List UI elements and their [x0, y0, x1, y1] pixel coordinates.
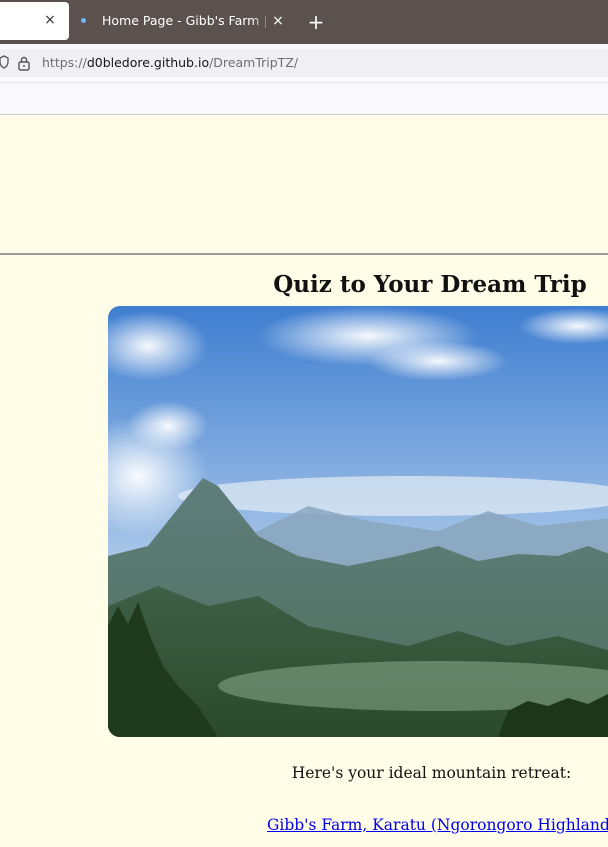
tab-bar: × Home Page - Gibb's Farm | A × + — [0, 0, 608, 44]
tab-title: Home Page - Gibb's Farm | A — [102, 13, 272, 28]
hero-image — [108, 306, 608, 737]
close-tab-icon[interactable]: × — [41, 11, 59, 29]
tab-gibbs-farm[interactable]: Home Page - Gibb's Farm | A × — [74, 2, 294, 40]
navigation-bar: https://d0bledore.github.io/DreamTripTZ/ — [0, 44, 608, 83]
new-tab-button[interactable]: + — [305, 11, 327, 33]
page-title: Quiz to Your Dream Trip — [273, 271, 587, 298]
result-label: Here's your ideal mountain retreat: — [291, 764, 572, 782]
address-bar[interactable]: https://d0bledore.github.io/DreamTripTZ/ — [0, 49, 608, 77]
tracking-shield-icon[interactable] — [0, 55, 9, 69]
tab-active[interactable]: × — [0, 2, 69, 40]
close-tab-icon[interactable]: × — [269, 12, 287, 30]
url-text: https://d0bledore.github.io/DreamTripTZ/ — [42, 55, 299, 70]
page-header-banner — [0, 115, 608, 255]
tab-indicator-dot — [81, 18, 86, 23]
bookmarks-toolbar — [0, 83, 608, 115]
lock-icon[interactable] — [17, 55, 31, 71]
result-link[interactable]: Gibb's Farm, Karatu (Ngorongoro Highland… — [267, 814, 608, 836]
